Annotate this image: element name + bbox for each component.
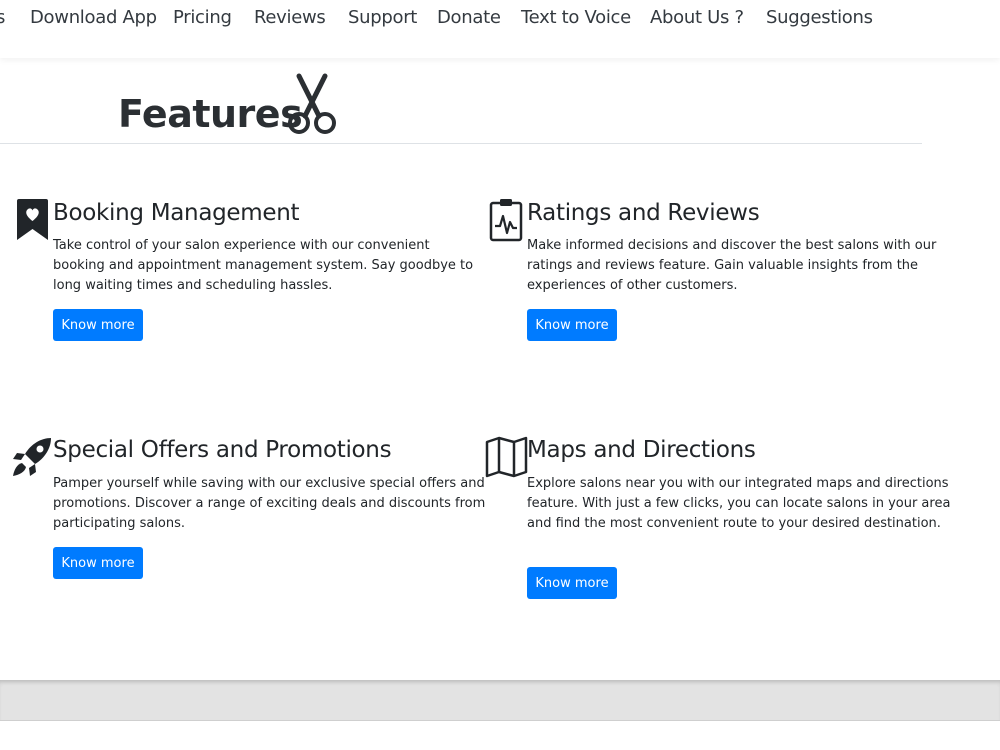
nav-item-reviews[interactable]: Reviews (254, 7, 326, 28)
nav-item-suggestions[interactable]: Suggestions (766, 7, 873, 28)
clipboard-pulse-icon (489, 199, 523, 242)
nav-item-text-to-voice[interactable]: Text to Voice (521, 7, 631, 28)
feature-title: Booking Management (53, 200, 300, 226)
feature-description: Take control of your salon experience wi… (53, 238, 474, 293)
feature-title: Special Offers and Promotions (53, 437, 392, 463)
feature-description: Pamper yourself while saving with our ex… (53, 476, 486, 531)
bookmark-heart-icon (17, 199, 48, 240)
nav-item-donate[interactable]: Donate (437, 7, 501, 28)
top-navbar: s Download App Pricing Reviews Support D… (0, 0, 1000, 58)
footer-band (0, 680, 1000, 720)
nav-item-about-us[interactable]: About Us ? (650, 7, 744, 28)
know-more-button-maps[interactable]: Know more (527, 567, 617, 599)
footer-divider (0, 720, 1000, 721)
nav-item-download-app[interactable]: Download App (30, 7, 157, 28)
rocket-icon (13, 438, 51, 476)
feature-description: Explore salons near you with our integra… (527, 476, 951, 531)
feature-title: Maps and Directions (527, 437, 756, 463)
nav-item-pricing[interactable]: Pricing (173, 7, 232, 28)
nav-item-truncated[interactable]: s (0, 7, 5, 28)
scissors-icon (288, 73, 336, 134)
map-icon (485, 436, 528, 478)
nav-item-support[interactable]: Support (348, 7, 417, 28)
know-more-button-booking[interactable]: Know more (53, 309, 143, 341)
know-more-button-offers[interactable]: Know more (53, 547, 143, 579)
feature-description: Make informed decisions and discover the… (527, 238, 937, 293)
page-title: Features (118, 92, 303, 136)
know-more-button-ratings[interactable]: Know more (527, 309, 617, 341)
divider (0, 143, 922, 144)
feature-title: Ratings and Reviews (527, 200, 760, 226)
